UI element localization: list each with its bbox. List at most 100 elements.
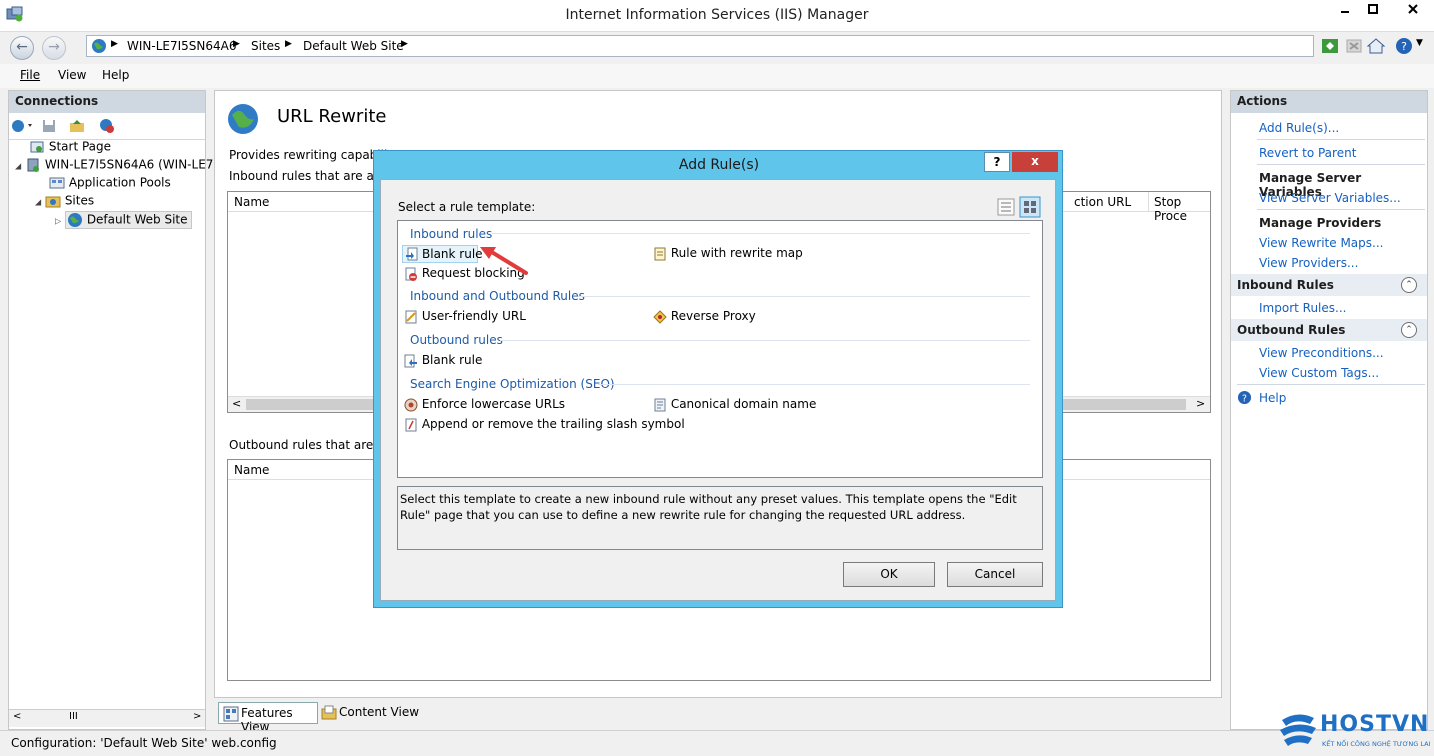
column-header-name[interactable]: Name (234, 195, 269, 209)
stop-icon[interactable] (1344, 36, 1364, 56)
disconnect-icon[interactable] (99, 118, 115, 134)
template-outbound-blank-rule[interactable]: Blank rule (404, 353, 482, 368)
action-view-providers[interactable]: View Providers... (1259, 256, 1358, 270)
status-bar: Configuration: 'Default Web Site' web.co… (0, 730, 1434, 756)
action-view-preconditions[interactable]: View Preconditions... (1259, 346, 1384, 360)
dialog-close-button[interactable]: x (1012, 152, 1058, 172)
globe-icon (67, 213, 82, 227)
up-folder-icon[interactable] (69, 118, 85, 134)
inbound-caption: Inbound rules that are appli (229, 169, 396, 183)
action-view-custom-tags[interactable]: View Custom Tags... (1259, 366, 1379, 380)
tree-default-site[interactable]: ▷ Default Web Site (55, 211, 192, 229)
menu-bar: File View Help (0, 64, 1434, 88)
group-inbound-outbound: Inbound and Outbound Rules (410, 289, 585, 303)
tree-start-page[interactable]: Start Page (29, 139, 111, 155)
tree-expand-icon[interactable]: ◢ (15, 162, 21, 171)
section-title: Inbound Rules (1237, 278, 1334, 292)
breadcrumb-separator-icon: ▶ (285, 39, 292, 49)
tree-label: Application Pools (68, 175, 171, 190)
add-rules-dialog: Add Rule(s) ? x Select a rule template: … (373, 150, 1063, 608)
iis-manager-window: Internet Information Services (IIS) Mana… (0, 0, 1434, 756)
scroll-right-icon[interactable]: > (1196, 397, 1205, 410)
connect-icon[interactable] (11, 118, 35, 134)
rewrite-map-icon (654, 247, 666, 260)
connections-toolbar (11, 117, 201, 137)
breadcrumb-separator-icon: ▶ (111, 39, 118, 49)
home-icon[interactable] (1366, 36, 1386, 56)
details-view-icon[interactable] (997, 198, 1015, 216)
template-canonical-domain[interactable]: Canonical domain name (653, 397, 816, 412)
maximize-button[interactable] (1358, 0, 1388, 22)
column-header-name[interactable]: Name (234, 463, 269, 477)
breadcrumb-sites[interactable]: Sites (251, 39, 280, 53)
outbound-rules-section[interactable]: Outbound Rules ⌃ (1231, 319, 1427, 341)
action-revert-to-parent[interactable]: Revert to Parent (1259, 146, 1356, 160)
minimize-icon (1341, 11, 1349, 13)
maximize-icon (1368, 4, 1378, 14)
menu-view[interactable]: View (58, 68, 86, 82)
actions-group-providers: Manage Providers (1259, 216, 1382, 230)
template-user-friendly-url[interactable]: User-friendly URL (404, 309, 526, 324)
connections-hscrollbar[interactable]: < III > (9, 709, 205, 727)
save-icon[interactable] (41, 118, 57, 134)
window-title: Internet Information Services (IIS) Mana… (565, 7, 869, 23)
template-enforce-lowercase[interactable]: Enforce lowercase URLs (404, 397, 565, 412)
tree-label: WIN-LE7I5SN64A6 (WIN-LE7I5 (44, 157, 225, 172)
request-blocking-icon (405, 267, 417, 281)
annotation-arrow-icon (480, 247, 528, 275)
tree-app-pools[interactable]: Application Pools (49, 175, 171, 191)
tiles-view-icon[interactable] (1019, 196, 1041, 218)
help-icon[interactable]: ? (1394, 36, 1414, 56)
window-close-button[interactable] (1394, 0, 1432, 22)
template-trailing-slash[interactable]: Append or remove the trailing slash symb… (404, 417, 685, 432)
tree-collapse-icon[interactable]: ▷ (55, 217, 61, 226)
template-rewrite-map[interactable]: Rule with rewrite map (653, 246, 803, 261)
user-friendly-url-icon (405, 310, 417, 323)
title-bar: Internet Information Services (IIS) Mana… (0, 0, 1434, 32)
template-list[interactable]: Inbound rules Blank rule Rule with rewri… (397, 220, 1043, 478)
cancel-button[interactable]: Cancel (947, 562, 1043, 587)
tab-features-view[interactable]: Features View (218, 702, 318, 734)
action-help[interactable]: Help (1259, 391, 1286, 405)
forward-button[interactable]: → (42, 36, 66, 60)
menu-help[interactable]: Help (102, 68, 129, 82)
inbound-rules-section[interactable]: Inbound Rules ⌃ (1231, 274, 1427, 296)
template-blank-rule[interactable]: Blank rule (402, 245, 483, 263)
brand-tagline: KẾT NỐI CÔNG NGHỆ TƯƠNG LAI (1322, 740, 1431, 748)
ok-button[interactable]: OK (843, 562, 935, 587)
url-rewrite-globe-icon (228, 104, 258, 134)
action-add-rules[interactable]: Add Rule(s)... (1259, 121, 1339, 135)
dialog-help-button[interactable]: ? (984, 152, 1010, 172)
close-icon (1408, 4, 1418, 14)
refresh-icon[interactable] (1320, 36, 1340, 56)
help-icon: ? (1237, 390, 1252, 404)
back-button[interactable]: ← (10, 36, 34, 60)
menu-file[interactable]: File (20, 68, 40, 82)
breadcrumb-server[interactable]: WIN-LE7I5SN64A6 (127, 39, 237, 53)
group-outbound-rules: Outbound rules (410, 333, 503, 347)
scroll-left-icon[interactable]: < (13, 711, 21, 722)
minimize-button[interactable] (1330, 0, 1360, 22)
column-header-action-url[interactable]: ction URL (1074, 195, 1131, 209)
scroll-left-icon[interactable]: < (232, 397, 241, 410)
tree-server[interactable]: ◢ WIN-LE7I5SN64A6 (WIN-LE7I5 (15, 157, 225, 173)
action-view-rewrite-maps[interactable]: View Rewrite Maps... (1259, 236, 1383, 250)
template-reverse-proxy[interactable]: Reverse Proxy (653, 309, 756, 324)
scroll-right-icon[interactable]: > (193, 711, 201, 722)
outbound-blank-rule-icon (404, 354, 417, 367)
chevron-down-icon[interactable]: ▼ (1416, 38, 1423, 48)
canonical-domain-icon (654, 398, 666, 411)
breadcrumb-default-site[interactable]: Default Web Site (303, 39, 404, 53)
scroll-grip-icon[interactable]: III (69, 711, 78, 722)
collapse-up-icon[interactable]: ⌃ (1401, 277, 1417, 293)
collapse-up-icon[interactable]: ⌃ (1401, 322, 1417, 338)
tree-sites[interactable]: ◢ Sites (35, 193, 94, 209)
tree-expand-icon[interactable]: ◢ (35, 198, 41, 207)
column-header-stop[interactable]: Stop Proce (1154, 195, 1210, 223)
features-view-icon (223, 706, 239, 722)
tab-content-view[interactable]: Content View (320, 702, 420, 724)
address-bar[interactable]: ▶ WIN-LE7I5SN64A6 ▶ Sites ▶ Default Web … (86, 35, 1314, 57)
action-view-server-variables[interactable]: View Server Variables... (1259, 191, 1401, 205)
action-import-rules[interactable]: Import Rules... (1259, 301, 1346, 315)
svg-text:?: ? (1401, 40, 1407, 53)
